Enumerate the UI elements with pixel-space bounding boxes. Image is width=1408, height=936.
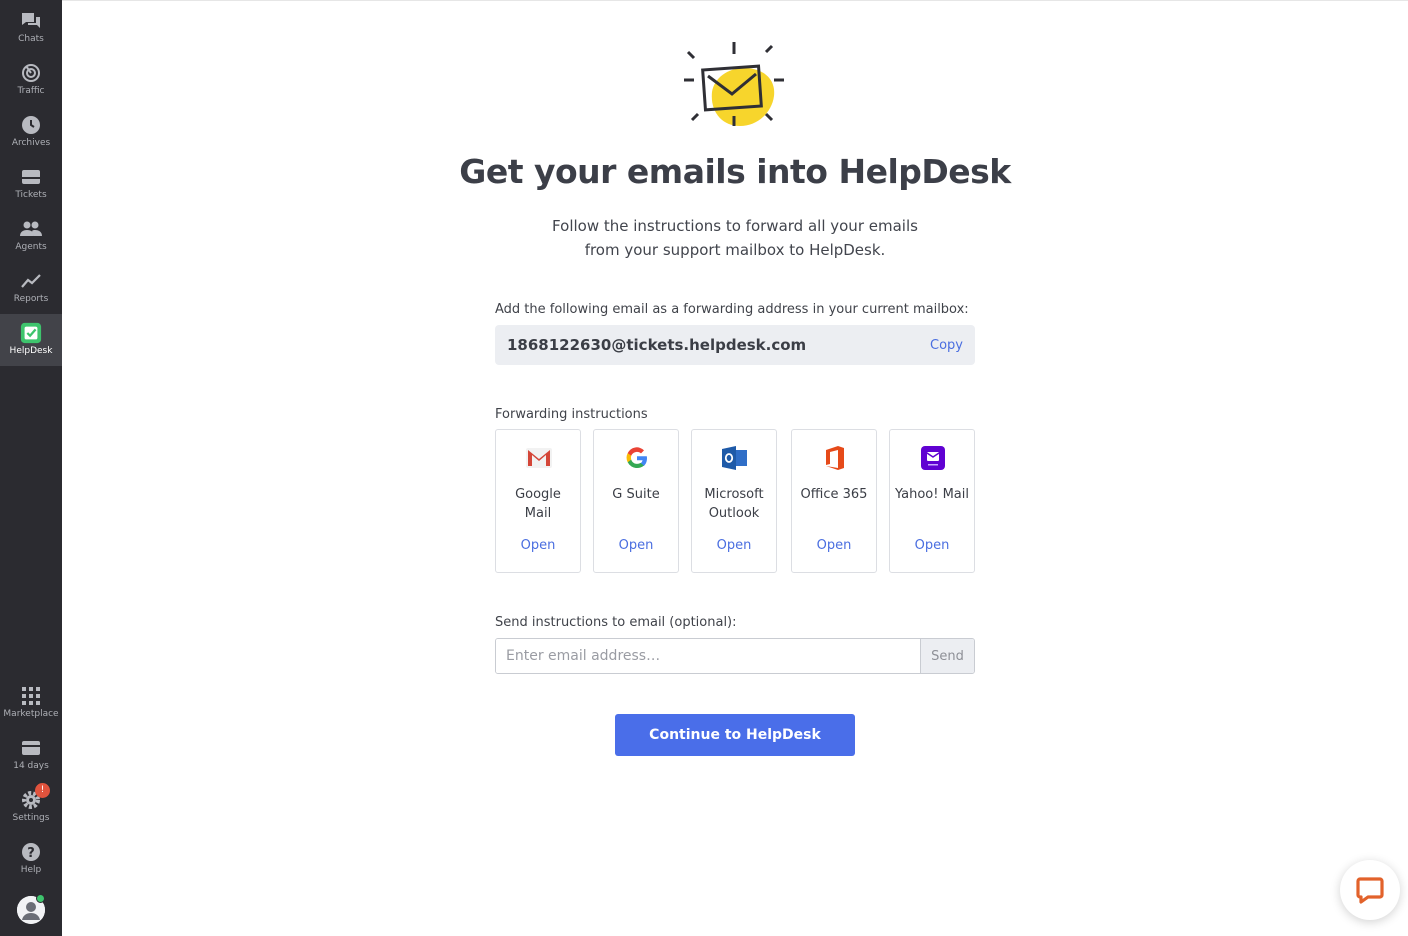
send-instructions-row: Send xyxy=(495,638,975,674)
sidebar-item-settings[interactable]: ! Settings xyxy=(0,781,62,833)
provider-open-link[interactable]: Open xyxy=(594,538,678,553)
send-instructions-label: Send instructions to email (optional): xyxy=(495,615,737,630)
sidebar-item-agents[interactable]: Agents xyxy=(0,210,62,262)
chat-widget-button[interactable] xyxy=(1340,860,1400,920)
sidebar-item-label: HelpDesk xyxy=(9,346,53,356)
provider-name: Yahoo! Mail xyxy=(894,487,969,502)
sidebar-item-label: Traffic xyxy=(17,86,45,96)
provider-name: Office 365 xyxy=(800,487,868,502)
billing-icon xyxy=(20,737,42,759)
provider-open-link[interactable]: Open xyxy=(890,538,974,553)
forwarding-instructions-label: Forwarding instructions xyxy=(495,407,648,422)
sidebar-item-label: 14 days xyxy=(13,761,49,771)
archives-icon xyxy=(20,114,42,136)
email-address-input[interactable] xyxy=(496,639,920,673)
forward-email-box: 1868122630@tickets.helpdesk.com Copy xyxy=(495,325,975,365)
user-avatar[interactable] xyxy=(17,894,45,924)
sidebar-item-label: Settings xyxy=(12,813,50,823)
sidebar-item-traffic[interactable]: Traffic xyxy=(0,54,62,106)
provider-card-microsoft-outlook[interactable]: Microsoft Outlook Open xyxy=(691,429,777,573)
reports-icon xyxy=(20,270,42,292)
forward-address-label: Add the following email as a forwarding … xyxy=(495,302,969,317)
sidebar-item-helpdesk[interactable]: HelpDesk xyxy=(0,314,62,366)
provider-open-link[interactable]: Open xyxy=(496,538,580,553)
page-title: Get your emails into HelpDesk xyxy=(459,152,1011,191)
sidebar-item-marketplace[interactable]: Marketplace xyxy=(0,677,62,729)
google-icon xyxy=(624,445,650,471)
notification-badge: ! xyxy=(35,783,50,798)
outlook-icon xyxy=(722,445,748,471)
traffic-icon xyxy=(20,62,42,84)
svg-text:?: ? xyxy=(27,846,35,861)
continue-to-helpdesk-button[interactable]: Continue to HelpDesk xyxy=(615,714,855,756)
forward-email-value: 1868122630@tickets.helpdesk.com xyxy=(507,336,807,354)
provider-card-office-365[interactable]: Office 365 Open xyxy=(791,429,877,573)
sidebar-item-label: Archives xyxy=(11,138,51,148)
provider-card-g-suite[interactable]: G Suite Open xyxy=(593,429,679,573)
gmail-icon xyxy=(526,445,552,471)
send-button[interactable]: Send xyxy=(920,639,974,673)
provider-card-yahoo-mail[interactable]: Yahoo! Mail Open xyxy=(889,429,975,573)
agents-icon xyxy=(20,218,42,240)
page-subtitle: Follow the instructions to forward all y… xyxy=(552,217,918,259)
online-status-dot xyxy=(36,894,45,903)
provider-name: G Suite xyxy=(612,487,660,502)
sidebar-item-label: Reports xyxy=(13,294,49,304)
email-illustration xyxy=(684,42,784,126)
helpdesk-icon xyxy=(20,322,42,344)
office365-icon xyxy=(822,445,848,471)
sidebar-item-tickets[interactable]: Tickets xyxy=(0,158,62,210)
provider-open-link[interactable]: Open xyxy=(692,538,776,553)
sidebar-item-reports[interactable]: Reports xyxy=(0,262,62,314)
sidebar-item-billing[interactable]: 14 days xyxy=(0,729,62,781)
tickets-icon xyxy=(20,166,42,188)
help-icon: ? xyxy=(20,841,42,863)
yahoo-mail-icon xyxy=(920,445,946,471)
chats-icon xyxy=(20,10,42,32)
provider-card-google-mail[interactable]: Google Mail Open xyxy=(495,429,581,573)
sidebar-item-label: Marketplace xyxy=(3,709,59,719)
sidebar-item-label: Help xyxy=(20,865,42,875)
sidebar-item-label: Chats xyxy=(18,34,44,44)
copy-button[interactable]: Copy xyxy=(930,338,963,353)
sidebar-item-chats[interactable]: Chats xyxy=(0,2,62,54)
settings-icon: ! xyxy=(20,783,50,811)
sidebar-item-help[interactable]: ? Help xyxy=(0,833,62,885)
sidebar-item-label: Agents xyxy=(15,242,47,252)
sidebar-item-label: Tickets xyxy=(15,190,47,200)
provider-open-link[interactable]: Open xyxy=(792,538,876,553)
marketplace-icon xyxy=(20,685,42,707)
sidebar: Chats Traffic Archives Tickets Agents Re… xyxy=(0,0,62,936)
provider-name: Microsoft Outlook xyxy=(704,487,764,521)
chat-bubble-icon xyxy=(1356,877,1384,904)
provider-name: Google Mail xyxy=(515,487,561,521)
sidebar-item-archives[interactable]: Archives xyxy=(0,106,62,158)
